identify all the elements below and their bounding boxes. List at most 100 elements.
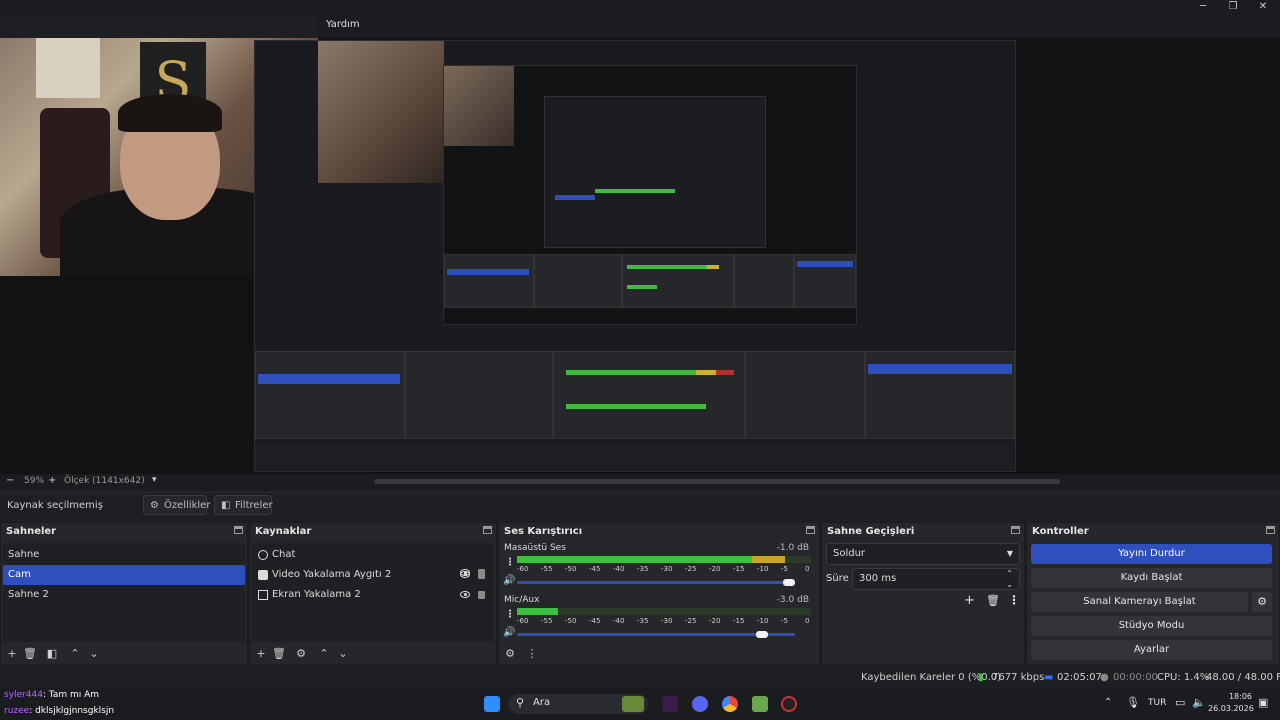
discord-icon[interactable] (692, 696, 708, 712)
remove-transition-icon[interactable]: 🗑 (986, 594, 1000, 607)
chevron-up-icon[interactable]: ⌃ (1104, 697, 1112, 708)
taskbar-search[interactable]: ⚲ Ara (508, 694, 648, 714)
nested-l1-meter-2 (566, 404, 706, 409)
scale-tick: -15 (733, 617, 745, 625)
nested-l1-transitions-dock (745, 351, 865, 439)
duration-value: 300 ms (859, 573, 897, 584)
move-up-icon[interactable]: ⌃ (68, 647, 82, 660)
scene-item-selected[interactable]: Cam (3, 565, 245, 585)
duration-label: Süre (826, 573, 849, 584)
network-icon[interactable]: ▭ (1175, 696, 1185, 709)
chrome-icon[interactable] (722, 696, 738, 712)
filters-button[interactable]: ◧ Filtreler (214, 495, 273, 515)
stop-stream-button[interactable]: Yayını Durdur (1031, 544, 1272, 564)
spin-down-icon[interactable]: ⌄ (1006, 575, 1013, 595)
nested-controls-dock (794, 254, 856, 308)
clock-date[interactable]: 26.03.2026 (1208, 704, 1254, 713)
virtual-camera-gear-icon[interactable]: ⚙ (1252, 592, 1272, 612)
properties-button[interactable]: ⚙ Özellikler (143, 495, 210, 515)
speaker-icon[interactable]: 🔊 (503, 627, 515, 638)
source-item[interactable]: Chat (252, 545, 494, 565)
move-down-icon[interactable]: ⌄ (336, 647, 350, 660)
scene-item[interactable]: Sahne 2 (3, 585, 245, 605)
lock-icon[interactable] (478, 591, 485, 599)
undock-icon[interactable] (1266, 526, 1275, 534)
microphone-icon[interactable]: 🎙 (1126, 696, 1140, 709)
slider-knob[interactable] (755, 631, 768, 638)
undock-icon[interactable] (1011, 526, 1020, 534)
scene-transitions-dock: Sahne Geçişleri Soldur ▼ Süre 300 ms ⌃ ⌄… (821, 522, 1025, 665)
undock-icon[interactable] (483, 526, 492, 534)
nested-l1-meter-1-yellow (696, 370, 716, 375)
settings-button[interactable]: Ayarlar (1031, 640, 1272, 660)
transition-menu-icon[interactable]: ⋮ (1008, 593, 1020, 607)
status-bar: Kaybedilen Kareler 0 (%0.0) ▮ 7677 kbps … (0, 668, 1280, 688)
clock-time[interactable]: 18:06 (1212, 692, 1252, 701)
zoom-out-button[interactable]: − (6, 475, 14, 486)
preview-horizontal-scrollbar[interactable] (374, 479, 1060, 484)
move-up-icon[interactable]: ⌃ (317, 647, 331, 660)
channel-db: -1.0 dB (776, 543, 809, 553)
visibility-eye-icon[interactable] (460, 591, 470, 598)
obs-icon[interactable] (781, 696, 797, 712)
slider-knob[interactable] (783, 579, 796, 586)
source-item[interactable]: Ekran Yakalama 2 (252, 585, 494, 605)
nested-l1-sources-dock (405, 351, 553, 439)
speaker-icon[interactable]: 🔊 (503, 575, 515, 586)
notification-icon[interactable]: ▣ (1258, 696, 1268, 709)
scene-filters-icon[interactable]: ◧ (45, 647, 59, 660)
studio-mode-button[interactable]: Stüdyo Modu (1031, 616, 1272, 636)
minimize-button[interactable]: ─ (1188, 0, 1218, 14)
channel-menu-icon[interactable]: ⋮ (505, 557, 515, 568)
meter-green (517, 556, 753, 563)
nested-meter (595, 189, 675, 193)
mixer-menu-icon[interactable]: ⋮ (525, 647, 539, 660)
chevron-down-icon[interactable]: ▾ (152, 475, 157, 485)
stream-time: 02:05:07 (1057, 672, 1102, 683)
channel-menu-icon[interactable]: ⋮ (505, 609, 515, 620)
start-recording-button[interactable]: Kaydı Başlat (1031, 568, 1272, 588)
maximize-button[interactable]: ❐ (1218, 0, 1248, 14)
source-properties-icon[interactable]: ⚙ (294, 647, 308, 660)
remove-scene-icon[interactable]: 🗑 (23, 647, 37, 660)
language-indicator[interactable]: TUR (1148, 698, 1166, 708)
add-source-icon[interactable]: + (254, 647, 268, 660)
volume-icon[interactable]: 🔈 (1192, 696, 1206, 709)
channel-level-meter (517, 556, 811, 563)
scene-item[interactable]: Sahne (3, 545, 245, 565)
zoom-in-button[interactable]: + (48, 475, 56, 486)
add-scene-icon[interactable]: + (5, 647, 19, 660)
menu-help[interactable]: Yardım (326, 19, 360, 30)
add-transition-icon[interactable]: + (964, 593, 975, 608)
wall-picture (36, 38, 100, 98)
nested-l1-taskbar (255, 445, 1013, 469)
move-down-icon[interactable]: ⌄ (87, 647, 101, 660)
volume-slider[interactable] (517, 631, 795, 638)
start-virtual-camera-button[interactable]: Sanal Kamerayı Başlat (1031, 592, 1248, 612)
windows-start-icon[interactable] (484, 696, 500, 712)
nested-l1-meter-1-red (716, 370, 734, 375)
visibility-eye-icon[interactable] (460, 569, 470, 576)
remove-source-icon[interactable]: 🗑 (272, 647, 286, 660)
scenes-list: Sahne Cam Sahne 2 (3, 543, 245, 642)
advanced-audio-icon[interactable]: ⚙ (503, 647, 517, 660)
source-item[interactable]: Video Yakalama Aygıtı 2 (252, 565, 494, 585)
undock-icon[interactable] (806, 526, 815, 534)
scale-tick: -15 (733, 565, 745, 573)
scale-select[interactable]: Ölçek (1141x642) (64, 476, 145, 486)
duration-input[interactable]: 300 ms ⌃ ⌄ (852, 568, 1020, 590)
preview-canvas[interactable]: S (0, 38, 1280, 474)
nested-screen-capture (254, 40, 1016, 472)
close-button[interactable]: ✕ (1248, 0, 1278, 14)
scale-tick: -35 (637, 617, 649, 625)
app-icon[interactable] (752, 696, 768, 712)
scale-tick: -55 (541, 617, 553, 625)
app-icon[interactable] (662, 696, 678, 712)
transition-select[interactable]: Soldur ▼ (826, 543, 1020, 565)
undock-icon[interactable] (234, 526, 243, 534)
lock-icon[interactable] (478, 569, 485, 577)
volume-slider[interactable] (517, 579, 796, 586)
nested-l1-meter-1 (566, 370, 696, 375)
nested-l1-scenes-dock (255, 351, 405, 439)
taskbar: ⚲ Ara ⌃ 🎙 TUR ▭ 🔈 18:06 26.03.2026 ▣ (0, 688, 1280, 720)
